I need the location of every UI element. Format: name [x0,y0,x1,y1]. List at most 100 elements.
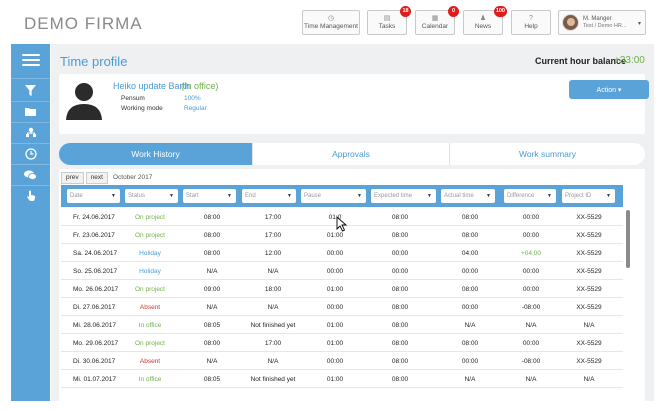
cell-actual: 00:00 [461,268,479,275]
cell-date: Mi. 28.06.2017 [73,322,117,329]
cell-start: N/A [206,268,218,275]
bell-icon: ♟ [479,14,487,22]
cell-actual: 08:00 [461,214,479,221]
table-row[interactable]: Mi. 28.06.2017 In office 08:05 Not finished… [61,316,623,334]
tab-bar: Work History Approvals Work summary [59,143,645,165]
cell-project: XX-5529 [576,268,602,275]
cell-project: N/A [583,376,595,383]
work-history-table: Fr. 24.06.2017 On project 08:00 17:00 01:0 08… [61,208,623,388]
cell-pause: 01:00 [326,376,344,383]
nav-news-button[interactable]: ♟ News 100 [463,6,507,35]
table-row[interactable]: Sa. 24.06.2017 Holiday 08:00 12:00 00:00 00:0… [61,244,623,262]
cell-status: In office [138,322,162,329]
cell-pause: 00:00 [326,268,344,275]
cell-difference: N/A [525,322,537,329]
scrollbar-thumb[interactable] [626,210,630,268]
cell-expected: 08:00 [391,322,409,329]
cell-status: On project [135,232,165,239]
cell-end: 18:00 [264,286,282,293]
cell-date: Fr. 24.06.2017 [73,214,115,221]
cell-start: 08:00 [203,340,221,347]
scrollbar[interactable] [625,208,631,394]
cell-end: 17:00 [264,214,282,221]
filter-start[interactable]: Start ▼ [183,189,236,203]
prev-button[interactable]: prev [61,171,84,184]
pensum-value: 100% [184,95,201,102]
filter-status[interactable]: Status ▼ [125,189,178,203]
nav-help-button[interactable]: ? Help [511,10,551,35]
filter-expected-time[interactable]: Expected time ▼ [371,189,436,203]
cell-difference: 00:00 [522,340,540,347]
cell-status: On project [135,340,165,347]
cell-end: Not finished yet [250,322,296,329]
table-row[interactable]: Di. 27.06.2017 Absent N/A N/A 00:00 08:00 00:0… [61,298,623,316]
help-icon: ? [529,14,533,22]
employee-profile-card: Heiko update Barth (In office) Pensum 10… [59,74,649,134]
cell-status: Absent [139,304,161,311]
sidebar-folder-icon[interactable] [11,102,50,122]
table-row[interactable]: Di. 30.06.2017 Absent N/A N/A 00:00 08:00 00:0… [61,352,623,370]
nav-time-management-button[interactable]: ◷ Time Management [302,10,360,35]
cell-date: Mo. 29.06.2017 [73,340,119,347]
nav-tasks-button[interactable]: ▤ Tasks 18 [367,6,411,35]
sidebar-hand-icon[interactable] [11,186,50,206]
filter-difference[interactable]: Difference ▼ [504,189,556,203]
user-menu[interactable]: M. Manger Test / Demo HR... ▾ [558,10,646,35]
cell-actual: 08:00 [461,340,479,347]
filter-project-id[interactable]: Project ID ▼ [562,189,615,203]
cell-difference: 00:00 [522,232,540,239]
cell-expected: 08:00 [391,376,409,383]
month-pager: prev next October 2017 [61,171,152,184]
cell-expected: 00:00 [391,268,409,275]
cell-date: So. 25.06.2017 [73,268,118,275]
cell-actual: 00:00 [461,304,479,311]
cell-start: 08:00 [203,214,221,221]
sidebar-clock-icon[interactable] [11,144,50,164]
cell-status: Holiday [139,250,161,257]
table-row[interactable]: Mi. 01.07.2017 In office 08:05 Not finished… [61,370,623,388]
working-mode-value: Regular [184,105,207,112]
cell-pause: 01:00 [326,232,344,239]
hour-balance-label: Current hour balance [535,56,627,66]
table-row[interactable]: So. 25.06.2017 Holiday N/A N/A 00:00 00:00 00:… [61,262,623,280]
cell-start: 09:00 [203,286,221,293]
cell-project: XX-5529 [576,358,602,365]
hamburger-menu-icon[interactable] [22,54,40,69]
next-button[interactable]: next [85,171,108,184]
employee-name[interactable]: Heiko update Barth [113,81,190,91]
action-button[interactable]: Action ▾ [569,80,649,99]
filter-actual-time[interactable]: Actual time ▼ [441,189,495,203]
cell-actual: N/A [464,376,476,383]
sidebar [11,44,50,401]
cell-date: Sa. 24.06.2017 [73,250,118,257]
cell-actual: 04:00 [461,250,479,257]
employee-status: (In office) [181,81,219,91]
cell-start: 08:05 [203,322,221,329]
company-logo-text: DEMO FIRMA [24,14,143,33]
tab-work-summary[interactable]: Work summary [449,143,645,165]
filter-date[interactable]: Date ▼ [67,189,120,203]
cell-actual: 00:00 [461,358,479,365]
cell-expected: 08:00 [391,232,409,239]
cell-project: XX-5529 [576,250,602,257]
sidebar-org-icon[interactable] [11,123,50,143]
table-row[interactable]: Mo. 26.06.2017 On project 09:00 18:00 01:00 0… [61,280,623,298]
filter-end[interactable]: End ▼ [242,189,296,203]
sidebar-chat-icon[interactable] [11,165,50,185]
filter-pause[interactable]: Pause ▼ [301,189,366,203]
page-title: Time profile [60,54,128,69]
cell-project: XX-5529 [576,214,602,221]
cell-end: 17:00 [264,340,282,347]
table-row[interactable]: Mo. 29.06.2017 On project 08:00 17:00 01:00 0… [61,334,623,352]
tab-work-history[interactable]: Work History [59,143,252,165]
tab-approvals[interactable]: Approvals [252,143,449,165]
cell-date: Di. 27.06.2017 [73,304,116,311]
cell-difference: -08:00 [521,304,541,311]
cell-start: 08:05 [203,376,221,383]
cell-status: On project [135,214,165,221]
nav-calendar-button[interactable]: ▦ Calendar 0 [415,6,459,35]
cell-pause: 01:00 [326,340,344,347]
cell-end: N/A [267,268,279,275]
sidebar-filter-icon[interactable] [11,80,50,100]
cell-actual: 08:00 [461,232,479,239]
